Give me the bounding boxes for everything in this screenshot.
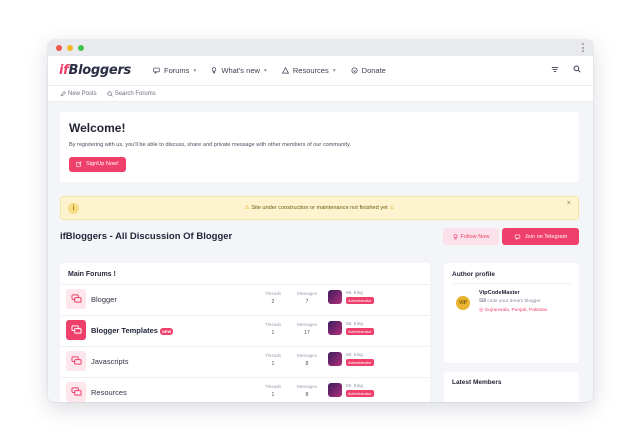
- author-tagline: ⌨ code your dream blogger: [479, 299, 541, 304]
- forum-chat-icon: [66, 289, 86, 309]
- author-heading: Author profile: [452, 271, 495, 278]
- forum-name[interactable]: Blogger Templates NEW: [91, 326, 174, 335]
- forum-chat-icon: [66, 351, 86, 371]
- latest-members-card: Latest Members: [444, 372, 579, 402]
- threads-stat: Threads 2: [264, 291, 282, 305]
- welcome-card: Welcome! By registering with us, you'll …: [60, 112, 579, 182]
- new-badge: NEW: [159, 327, 174, 335]
- forums-heading: Main Forums !: [68, 271, 116, 278]
- edit-icon: [76, 161, 82, 167]
- bulb-icon: [212, 67, 217, 74]
- browser-window: ifBloggers Forums ▼ What's new ▼ Resourc…: [48, 40, 593, 402]
- signup-button[interactable]: SignUp Now!: [69, 156, 126, 172]
- messages-stat: Messages 8: [296, 353, 317, 367]
- forum-row[interactable]: Blogger Templates NEW Threads 1 Messages 17…: [60, 315, 430, 346]
- forum-name[interactable]: Resources: [91, 388, 127, 397]
- nav-whats-new-label: What's new: [221, 66, 260, 75]
- nav-whats-new[interactable]: What's new ▼: [211, 66, 268, 75]
- avatar[interactable]: [328, 352, 342, 366]
- threads-stat: Threads 1: [264, 353, 282, 367]
- search-icon: [107, 90, 113, 97]
- author-location: ◎ Gujranwala, Punjab, Pakistan: [479, 308, 548, 313]
- nav-resources[interactable]: Resources ▼: [281, 66, 337, 75]
- whats-new-feed-icon[interactable]: [551, 65, 559, 73]
- main-navbar: ifBloggers Forums ▼ What's new ▼ Resourc…: [48, 56, 593, 86]
- welcome-title: Welcome!: [69, 121, 126, 135]
- forum-chat-icon: [66, 320, 86, 340]
- forum-name[interactable]: Javascripts: [91, 357, 129, 366]
- chat-icon: [153, 67, 160, 74]
- messages-stat: Messages 17: [296, 322, 317, 336]
- author-profile-card: Author profile VIP VipCodeMaster ⌨ code …: [444, 263, 579, 363]
- messages-stat: Messages 7: [296, 291, 317, 305]
- nav-donate[interactable]: Donate: [351, 66, 386, 75]
- bulb-icon: [453, 233, 457, 239]
- main-forums-panel: Main Forums ! Blogger Threads 2 Messages 7…: [60, 263, 430, 402]
- nav-forums[interactable]: Forums ▼: [153, 66, 197, 75]
- follow-button[interactable]: Follow Now: [443, 228, 499, 245]
- avatar[interactable]: [328, 383, 342, 397]
- close-icon[interactable]: ×: [567, 200, 571, 207]
- maximize-window-button[interactable]: [78, 45, 84, 51]
- members-heading: Latest Members: [452, 379, 502, 386]
- role-badge: Administrator: [346, 328, 374, 335]
- forum-chat-icon: [66, 382, 86, 402]
- warning-icon: [281, 67, 289, 74]
- avatar[interactable]: [328, 321, 342, 335]
- nav-right-tools: [551, 65, 581, 73]
- role-badge: Administrator: [346, 359, 374, 366]
- forum-row[interactable]: Javascripts Threads 1 Messages 8 Mr. King …: [60, 346, 430, 377]
- role-badge: Administrator: [346, 297, 374, 304]
- new-posts-icon: [60, 90, 66, 96]
- avatar[interactable]: [328, 290, 342, 304]
- vip-badge-icon: VIP: [456, 296, 470, 310]
- warning-icon: ⚠: [244, 205, 250, 211]
- role-badge: Administrator: [346, 390, 374, 397]
- forum-row[interactable]: Resources Threads 1 Messages 8 Mr. King Ad…: [60, 377, 430, 402]
- divider: [452, 283, 571, 284]
- messages-stat: Messages 8: [296, 384, 317, 398]
- window-titlebar: [48, 40, 593, 56]
- window-menu-icon[interactable]: [582, 43, 585, 54]
- author-name[interactable]: VipCodeMaster: [479, 290, 520, 296]
- sub-navbar: New Posts Search Forums: [48, 86, 593, 102]
- minimize-window-button[interactable]: [67, 45, 73, 51]
- forum-row[interactable]: Blogger Threads 2 Messages 7 Mr. King Admi…: [60, 284, 430, 315]
- welcome-text: By registering with us, you'll be able t…: [69, 142, 352, 148]
- threads-stat: Threads 1: [264, 322, 282, 336]
- close-window-button[interactable]: [56, 45, 62, 51]
- warning-icon: ⚠: [389, 205, 395, 211]
- notice-message: ⚠ Site under construction or maintenance…: [244, 205, 395, 211]
- new-posts-link[interactable]: New Posts: [60, 91, 97, 97]
- chevron-down-icon: ▼: [262, 67, 268, 74]
- search-icon[interactable]: [573, 65, 581, 73]
- nav-forums-label: Forums: [164, 66, 190, 75]
- nav-donate-label: Donate: [361, 66, 386, 75]
- threads-stat: Threads 1: [264, 384, 282, 398]
- chevron-down-icon: ▼: [192, 67, 198, 74]
- search-forums-link[interactable]: Search Forums: [107, 91, 156, 97]
- page-title: ifBloggers - All Discussion Of Blogger: [60, 231, 233, 242]
- maintenance-notice: i ⚠ Site under construction or maintenan…: [60, 196, 579, 220]
- chat-icon: [514, 234, 520, 240]
- chevron-down-icon: ▼: [331, 67, 337, 74]
- forum-name[interactable]: Blogger: [91, 295, 117, 304]
- nav-resources-label: Resources: [292, 66, 329, 75]
- donate-icon: [351, 67, 358, 74]
- site-logo[interactable]: ifBloggers: [59, 63, 131, 78]
- telegram-button[interactable]: Join on Telegram: [502, 228, 579, 245]
